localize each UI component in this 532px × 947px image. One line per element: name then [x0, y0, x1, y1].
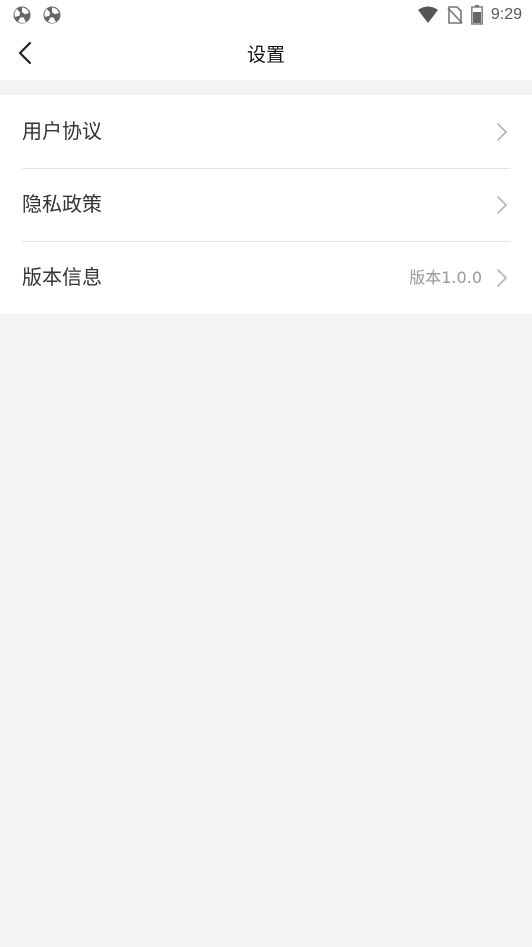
status-time: 9:29 [490, 6, 522, 23]
app-notification-icon [12, 5, 32, 25]
settings-item-label: 隐私政策 [22, 192, 102, 216]
chevron-right-icon [496, 195, 508, 215]
wifi-icon [417, 6, 439, 24]
battery-icon [470, 5, 483, 25]
navigation-bar: 设置 [0, 30, 532, 80]
system-status: 9:29 [417, 4, 522, 26]
chevron-right-icon [496, 268, 508, 288]
settings-item-privacy-policy[interactable]: 隐私政策 [0, 168, 532, 241]
settings-list: 用户协议 隐私政策 版本信息 版本1.0.0 [0, 95, 532, 314]
settings-item-user-agreement[interactable]: 用户协议 [0, 95, 532, 168]
settings-item-label: 用户协议 [22, 119, 102, 143]
chevron-right-icon [496, 122, 508, 142]
settings-item-label: 版本信息 [22, 265, 102, 289]
notification-icons [12, 5, 62, 25]
version-number: 版本1.0.0 [409, 268, 482, 287]
status-bar: 9:29 [0, 0, 532, 30]
settings-item-version-info[interactable]: 版本信息 版本1.0.0 [0, 241, 532, 314]
app-notification-icon [42, 5, 62, 25]
no-sim-icon [447, 6, 463, 24]
page-title: 设置 [246, 44, 285, 66]
